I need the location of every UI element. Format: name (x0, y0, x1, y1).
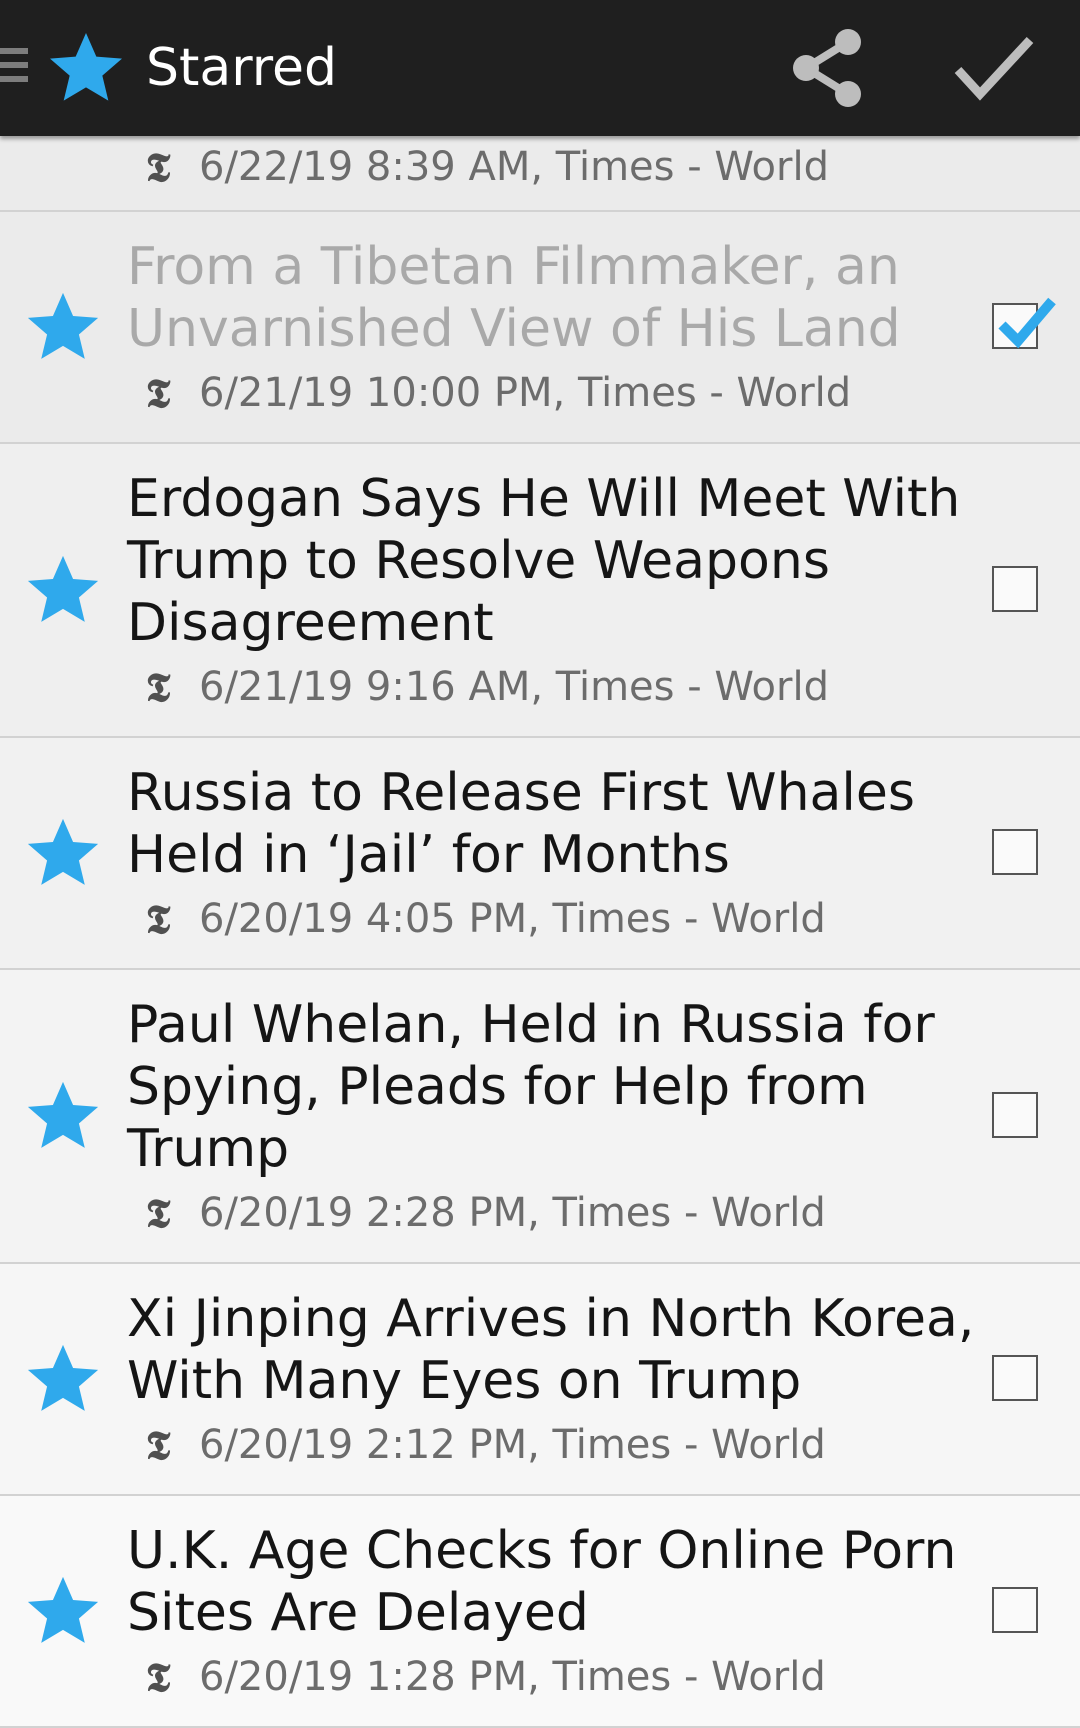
nyt-source-icon: 𝕿 (145, 369, 171, 417)
article-meta: 𝕿 6/20/19 2:28 PM, Times - World (133, 1188, 826, 1238)
checkmark-icon (998, 297, 1056, 349)
select-checkbox[interactable] (992, 1587, 1038, 1633)
nyt-source-icon: 𝕿 (145, 1653, 171, 1701)
article-row[interactable]: From a Tibetan Filmmaker, an Unvarnished … (0, 212, 1080, 444)
article-meta: 𝕿 6/20/19 2:12 PM, Times - World (133, 1420, 826, 1470)
article-meta-text: 6/21/19 10:00 PM, Times - World (199, 370, 852, 416)
article-meta-text: 6/20/19 4:05 PM, Times - World (199, 896, 826, 942)
article-meta: 𝕿 6/22/19 8:39 AM, Times - World (133, 142, 829, 192)
menu-icon[interactable] (0, 48, 30, 92)
select-checkbox[interactable] (992, 829, 1038, 875)
app-bar: Starred (0, 0, 1080, 136)
select-checkbox[interactable] (992, 566, 1038, 612)
star-icon[interactable] (22, 1077, 104, 1155)
article-meta: 𝕿 6/20/19 4:05 PM, Times - World (133, 894, 826, 944)
select-checkbox[interactable] (992, 1355, 1038, 1401)
article-meta-text: 6/20/19 2:28 PM, Times - World (199, 1190, 826, 1236)
star-icon[interactable] (22, 1340, 104, 1418)
nyt-source-icon: 𝕿 (145, 663, 171, 711)
page-title: Starred (146, 38, 337, 98)
article-title: Erdogan Says He Will Meet With Trump to R… (127, 469, 961, 653)
article-meta: 𝕿 6/21/19 9:16 AM, Times - World (133, 662, 829, 712)
star-icon[interactable] (44, 28, 128, 108)
article-row[interactable]: Russia to Release First Whales Held in ‘J… (0, 738, 1080, 970)
star-icon[interactable] (22, 1572, 104, 1650)
nyt-source-icon: 𝕿 (145, 895, 171, 943)
star-icon[interactable] (22, 288, 104, 366)
nyt-source-icon: 𝕿 (145, 143, 171, 191)
article-meta: 𝕿 6/21/19 10:00 PM, Times - World (133, 368, 851, 418)
article-meta-text: 6/21/19 9:16 AM, Times - World (199, 664, 829, 710)
nyt-source-icon: 𝕿 (145, 1189, 171, 1237)
article-meta-text: 6/20/19 2:12 PM, Times - World (199, 1422, 826, 1468)
star-icon[interactable] (22, 814, 104, 892)
article-meta-text: 6/20/19 1:28 PM, Times - World (199, 1654, 826, 1700)
article-row[interactable]: Erdogan Says He Will Meet With Trump to R… (0, 444, 1080, 738)
article-row[interactable]: Paul Whelan, Held in Russia for Spying, P… (0, 970, 1080, 1264)
article-title: From a Tibetan Filmmaker, an Unvarnished … (127, 237, 901, 359)
article-row[interactable]: U.K. Age Checks for Online Porn Sites Are… (0, 1496, 1080, 1728)
star-icon[interactable] (22, 551, 104, 629)
article-title: U.K. Age Checks for Online Porn Sites Are… (127, 1521, 957, 1643)
select-checkbox[interactable] (992, 1092, 1038, 1138)
nyt-source-icon: 𝕿 (145, 1421, 171, 1469)
article-meta: 𝕿 6/20/19 1:28 PM, Times - World (133, 1652, 826, 1702)
article-row[interactable]: Xi Jinping Arrives in North Korea, With M… (0, 1264, 1080, 1496)
article-title: Xi Jinping Arrives in North Korea, With M… (127, 1289, 975, 1411)
article-title: Paul Whelan, Held in Russia for Spying, P… (127, 995, 935, 1179)
check-icon[interactable] (952, 30, 1036, 106)
select-checkbox[interactable] (992, 297, 1056, 349)
article-title: Russia to Release First Whales Held in ‘J… (127, 763, 915, 885)
share-icon[interactable] (788, 26, 868, 110)
article-meta-text: 6/22/19 8:39 AM, Times - World (199, 144, 829, 190)
